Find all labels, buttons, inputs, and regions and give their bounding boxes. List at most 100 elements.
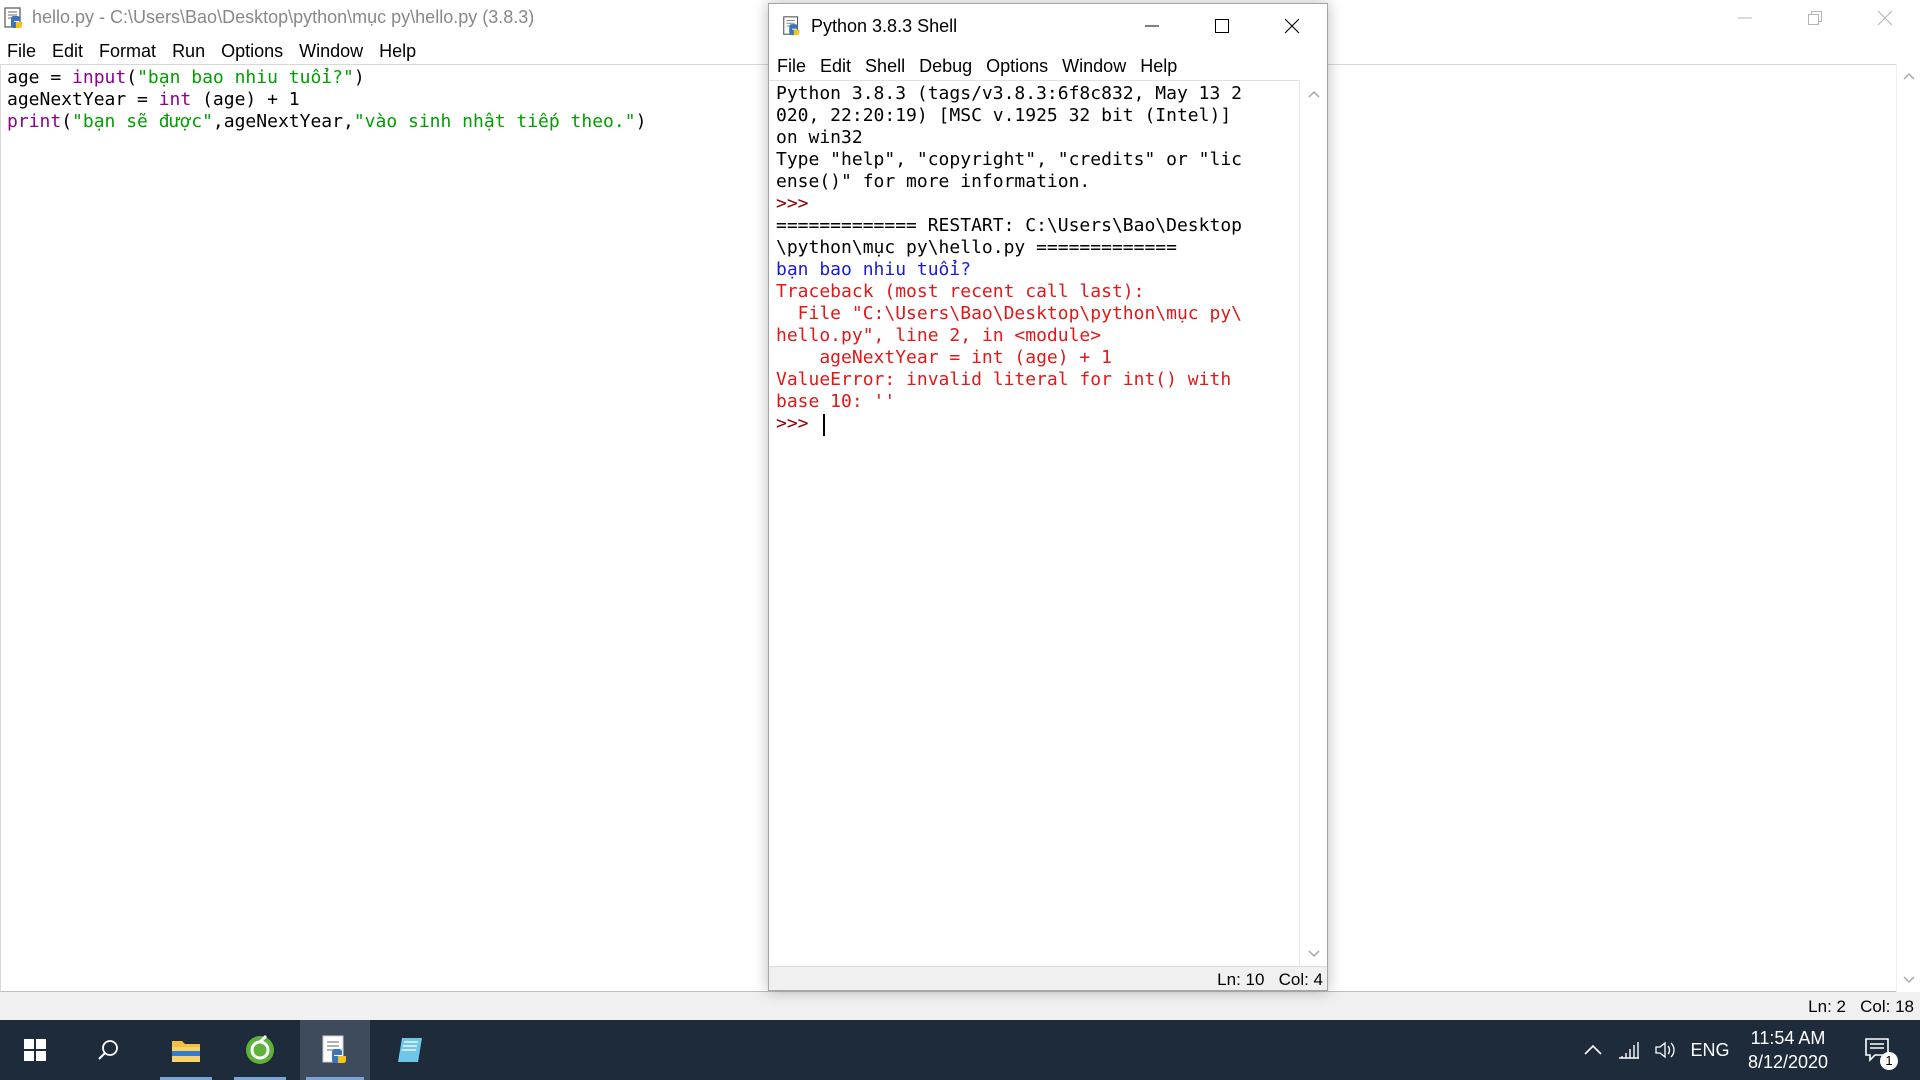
editor-cursor-position: Ln: 2 Col: 18 — [1808, 997, 1914, 1016]
shell-menu-edit[interactable]: Edit — [813, 48, 858, 76]
editor-minimize-button[interactable] — [1710, 0, 1780, 36]
minimize-icon — [1738, 17, 1752, 19]
editor-vertical-scrollbar[interactable] — [1896, 64, 1920, 992]
editor-menu-format[interactable]: Format — [91, 36, 164, 64]
python-idle-icon — [4, 7, 22, 28]
clock-time: 11:54 AM — [1750, 1028, 1826, 1048]
maximize-icon — [1215, 19, 1229, 33]
python-shell-icon — [783, 16, 800, 36]
action-center-button[interactable]: 1 — [1850, 1020, 1906, 1080]
editor-menu-window[interactable]: Window — [291, 36, 371, 64]
show-hidden-icons-button[interactable] — [1576, 1020, 1610, 1080]
speaker-icon — [1655, 1041, 1675, 1059]
shell-error-line: hello.py", line 2, in <module> — [776, 325, 1102, 346]
editor-close-button[interactable] — [1850, 0, 1920, 36]
taskbar-coccoc-browser[interactable] — [228, 1020, 292, 1080]
browser-icon — [246, 1034, 274, 1064]
shell-output-area[interactable]: Python 3.8.3 (tags/v3.8.3:6f8c832, May 1… — [769, 80, 1299, 966]
wifi-icon — [1619, 1042, 1639, 1059]
editor-menu-edit[interactable]: Edit — [44, 36, 91, 64]
editor-restore-button[interactable] — [1780, 0, 1850, 36]
input-language[interactable]: ENG — [1686, 1020, 1734, 1080]
editor-menu-options[interactable]: Options — [213, 36, 291, 64]
code-token: "bạn bao nhiu tuổi?" — [137, 67, 354, 88]
shell-error-line: base 10: '' — [776, 391, 896, 412]
shell-line: Type "help", "copyright", "credits" or "… — [776, 149, 1242, 170]
code-token: ) — [635, 111, 647, 132]
shell-close-button[interactable] — [1257, 4, 1327, 48]
shell-cursor-position: Ln: 10 Col: 4 — [1217, 970, 1323, 989]
code-token: ,ageNextYear, — [212, 111, 354, 132]
shell-statusbar: Ln: 10 Col: 4 — [769, 966, 1327, 990]
editor-menu-file[interactable]: File — [0, 36, 44, 64]
search-icon — [98, 1040, 118, 1060]
shell-error-line: File "C:\Users\Bao\Desktop\python\mục py… — [776, 303, 1242, 324]
text-cursor — [823, 414, 825, 436]
scroll-up-icon[interactable] — [1903, 72, 1915, 80]
network-button[interactable] — [1612, 1020, 1646, 1080]
notification-count-badge: 1 — [1880, 1052, 1898, 1070]
taskbar-file-explorer[interactable] — [154, 1020, 218, 1080]
shell-menu-shell[interactable]: Shell — [858, 48, 912, 76]
code-token: "vào sinh nhật tiếp theo." — [353, 111, 636, 132]
shell-error-line: ValueError: invalid literal for int() wi… — [776, 369, 1232, 390]
volume-button[interactable] — [1648, 1020, 1682, 1080]
minimize-icon — [1145, 25, 1159, 27]
editor-statusbar: Ln: 2 Col: 18 — [0, 992, 1920, 1020]
code-line: ageNextYear = int (age) + 1 — [7, 89, 300, 111]
shell-error-line: ageNextYear = int (age) + 1 — [776, 347, 1112, 368]
code-token: print — [7, 111, 62, 132]
python-idle-icon — [322, 1035, 346, 1063]
code-line: print("bạn sẽ được",ageNextYear,"vào sin… — [7, 111, 646, 133]
editor-menu-run[interactable]: Run — [164, 36, 213, 64]
scroll-down-icon[interactable] — [1308, 950, 1320, 958]
code-token: "bạn sẽ được" — [72, 111, 213, 132]
shell-menu-options[interactable]: Options — [979, 48, 1055, 76]
shell-line: on win32 — [776, 127, 863, 148]
taskbar-notes-app[interactable] — [378, 1020, 442, 1080]
clock[interactable]: 11:54 AM 8/12/2020 — [1738, 1020, 1838, 1080]
clock-date: 8/12/2020 — [1747, 1052, 1829, 1072]
close-icon — [1877, 10, 1893, 26]
code-token: age = — [7, 67, 73, 88]
scroll-up-icon[interactable] — [1308, 90, 1320, 98]
shell-menu-help[interactable]: Help — [1133, 48, 1184, 76]
scroll-down-icon[interactable] — [1903, 976, 1915, 984]
code-line: age = input("bạn bao nhiu tuổi?") — [7, 67, 365, 89]
code-token: int — [158, 89, 192, 110]
shell-titlebar[interactable]: Python 3.8.3 Shell — [769, 4, 1327, 48]
shell-line: \python\mục py\hello.py ============= — [776, 237, 1177, 258]
shell-error-line: Traceback (most recent call last): — [776, 281, 1145, 302]
search-button[interactable] — [76, 1020, 140, 1080]
taskbar-python-idle[interactable] — [300, 1020, 370, 1080]
taskbar: ENG 11:54 AM 8/12/2020 1 — [0, 1020, 1920, 1080]
shell-stdout-line: bạn bao nhiu tuổi? — [776, 259, 972, 280]
shell-menu-file[interactable]: File — [769, 48, 813, 76]
shell-menu-debug[interactable]: Debug — [912, 48, 979, 76]
shell-line: ============= RESTART: C:\Users\Bao\Desk… — [776, 215, 1242, 236]
editor-menu-help[interactable]: Help — [371, 36, 424, 64]
shell-line: Python 3.8.3 (tags/v3.8.3:6f8c832, May 1… — [776, 83, 1242, 104]
shell-menu-window[interactable]: Window — [1055, 48, 1133, 76]
shell-line: ense()" for more information. — [776, 171, 1091, 192]
folder-icon — [172, 1041, 200, 1062]
code-token: ( — [126, 67, 138, 88]
shell-title: Python 3.8.3 Shell — [811, 16, 958, 36]
editor-title: hello.py - C:\Users\Bao\Desktop\python\m… — [32, 7, 535, 27]
shell-menubar: File Edit Shell Debug Options Window Hel… — [769, 48, 1327, 80]
shell-maximize-button[interactable] — [1187, 4, 1257, 48]
start-button[interactable] — [0, 1020, 70, 1080]
code-token: ( — [61, 111, 73, 132]
chevron-up-icon — [1584, 1044, 1602, 1055]
code-token: ageNextYear = — [7, 89, 159, 110]
code-token: ) — [353, 67, 365, 88]
shell-minimize-button[interactable] — [1117, 4, 1187, 48]
shell-vertical-scrollbar[interactable] — [1299, 80, 1327, 966]
shell-prompt: >>> — [776, 413, 820, 434]
shell-prompt: >>> — [776, 193, 809, 214]
restore-icon — [1808, 11, 1822, 25]
code-token: (age) + 1 — [191, 89, 300, 110]
notepad-icon — [398, 1038, 422, 1062]
code-token: input — [72, 67, 127, 88]
shell-window: Python 3.8.3 Shell File Edit Shell Debug… — [768, 3, 1328, 991]
